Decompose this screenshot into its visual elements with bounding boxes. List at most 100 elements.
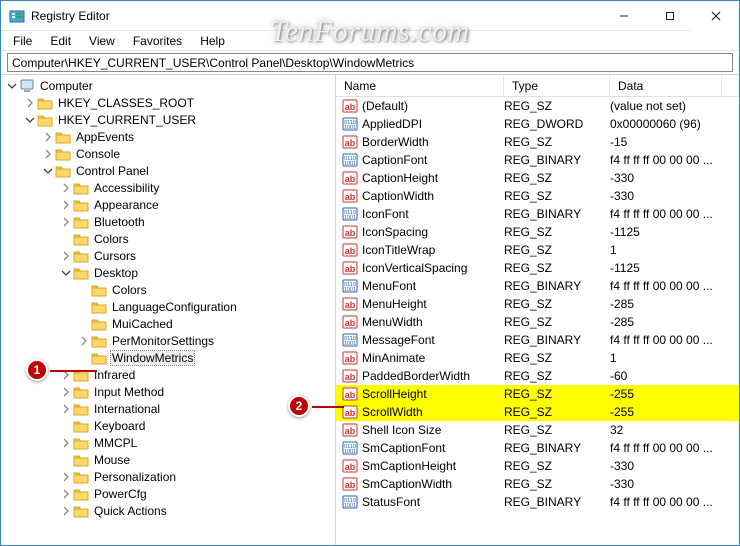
menu-view[interactable]: View <box>81 32 123 50</box>
menu-file[interactable]: File <box>5 32 40 50</box>
value-row[interactable]: MenuWidthREG_SZ-285 <box>336 313 739 331</box>
chevron-icon[interactable] <box>59 249 73 263</box>
value-row[interactable]: MenuFontREG_BINARYf4 ff ff ff 00 00 00 .… <box>336 277 739 295</box>
chevron-icon[interactable] <box>59 181 73 195</box>
value-row[interactable]: StatusFontREG_BINARYf4 ff ff ff 00 00 00… <box>336 493 739 511</box>
tree-item-appearance[interactable]: Appearance <box>1 196 335 213</box>
value-type: REG_SZ <box>504 99 610 113</box>
value-row[interactable]: IconFontREG_BINARYf4 ff ff ff 00 00 00 .… <box>336 205 739 223</box>
value-row[interactable]: MenuHeightREG_SZ-285 <box>336 295 739 313</box>
tree-item-powercfg[interactable]: PowerCfg <box>1 485 335 502</box>
value-row[interactable]: AppliedDPIREG_DWORD0x00000060 (96) <box>336 115 739 133</box>
menu-favorites[interactable]: Favorites <box>125 32 190 50</box>
maximize-button[interactable] <box>647 1 693 31</box>
tree-item-muicached[interactable]: MuiCached <box>1 315 335 332</box>
value-row[interactable]: IconVerticalSpacingREG_SZ-1125 <box>336 259 739 277</box>
tree-item-cursors[interactable]: Cursors <box>1 247 335 264</box>
tree-item-quick-actions[interactable]: Quick Actions <box>1 502 335 519</box>
value-data: 32 <box>610 423 739 437</box>
tree-item-computer[interactable]: Computer <box>1 77 335 94</box>
chevron-icon[interactable] <box>59 470 73 484</box>
registry-tree[interactable]: ComputerHKEY_CLASSES_ROOTHKEY_CURRENT_US… <box>1 75 336 545</box>
chevron-icon[interactable] <box>59 385 73 399</box>
chevron-icon[interactable] <box>59 487 73 501</box>
chevron-icon[interactable] <box>59 198 73 212</box>
tree-item-label: Input Method <box>92 385 166 399</box>
tree-item-infrared[interactable]: Infrared <box>1 366 335 383</box>
value-type: REG_SZ <box>504 243 610 257</box>
string-value-icon <box>342 422 358 438</box>
value-type: REG_SZ <box>504 135 610 149</box>
tree-item-bluetooth[interactable]: Bluetooth <box>1 213 335 230</box>
chevron-icon[interactable] <box>59 215 73 229</box>
value-data: 0x00000060 (96) <box>610 117 739 131</box>
tree-item-console[interactable]: Console <box>1 145 335 162</box>
chevron-icon[interactable] <box>59 504 73 518</box>
value-row[interactable]: CaptionFontREG_BINARYf4 ff ff ff 00 00 0… <box>336 151 739 169</box>
tree-item-colors[interactable]: Colors <box>1 230 335 247</box>
tree-item-keyboard[interactable]: Keyboard <box>1 417 335 434</box>
tree-item-windowmetrics[interactable]: WindowMetrics <box>1 349 335 366</box>
tree-item-permonitorsettings[interactable]: PerMonitorSettings <box>1 332 335 349</box>
chevron-icon[interactable] <box>59 402 73 416</box>
value-row[interactable]: SmCaptionWidthREG_SZ-330 <box>336 475 739 493</box>
value-row[interactable]: ScrollHeightREG_SZ-255 <box>336 385 739 403</box>
tree-item-accessibility[interactable]: Accessibility <box>1 179 335 196</box>
value-row[interactable]: (Default)REG_SZ(value not set) <box>336 97 739 115</box>
value-row[interactable]: CaptionWidthREG_SZ-330 <box>336 187 739 205</box>
close-button[interactable] <box>693 1 739 31</box>
tree-item-personalization[interactable]: Personalization <box>1 468 335 485</box>
list-body[interactable]: (Default)REG_SZ(value not set)AppliedDPI… <box>336 97 739 545</box>
tree-item-languageconfiguration[interactable]: LanguageConfiguration <box>1 298 335 315</box>
col-header-data[interactable]: Data <box>610 75 722 96</box>
tree-item-hkey-classes-root[interactable]: HKEY_CLASSES_ROOT <box>1 94 335 111</box>
tree-item-desktop[interactable]: Desktop <box>1 264 335 281</box>
tree-item-control-panel[interactable]: Control Panel <box>1 162 335 179</box>
value-row[interactable]: Shell Icon SizeREG_SZ32 <box>336 421 739 439</box>
chevron-icon[interactable] <box>59 436 73 450</box>
value-row[interactable]: IconTitleWrapREG_SZ1 <box>336 241 739 259</box>
value-name: CaptionHeight <box>362 171 438 185</box>
chevron-icon[interactable] <box>23 113 37 127</box>
chevron-icon[interactable] <box>41 147 55 161</box>
tree-item-mouse[interactable]: Mouse <box>1 451 335 468</box>
value-type: REG_SZ <box>504 261 610 275</box>
value-row[interactable]: CaptionHeightREG_SZ-330 <box>336 169 739 187</box>
chevron-icon[interactable] <box>23 96 37 110</box>
folder-icon <box>73 367 89 383</box>
chevron-icon[interactable] <box>77 334 91 348</box>
menu-help[interactable]: Help <box>192 32 233 50</box>
minimize-button[interactable] <box>601 1 647 31</box>
tree-item-colors[interactable]: Colors <box>1 281 335 298</box>
tree-item-input-method[interactable]: Input Method <box>1 383 335 400</box>
tree-item-mmcpl[interactable]: MMCPL <box>1 434 335 451</box>
folder-icon <box>55 129 71 145</box>
tree-item-label: Colors <box>110 283 149 297</box>
menu-edit[interactable]: Edit <box>42 32 79 50</box>
value-type: REG_SZ <box>504 387 610 401</box>
value-name: SmCaptionFont <box>362 441 445 455</box>
tree-item-hkey-current-user[interactable]: HKEY_CURRENT_USER <box>1 111 335 128</box>
tree-item-appevents[interactable]: AppEvents <box>1 128 335 145</box>
col-header-name[interactable]: Name <box>336 75 504 96</box>
col-header-type[interactable]: Type <box>504 75 610 96</box>
value-row[interactable]: ScrollWidthREG_SZ-255 <box>336 403 739 421</box>
chevron-icon[interactable] <box>41 130 55 144</box>
tree-item-international[interactable]: International <box>1 400 335 417</box>
address-input[interactable] <box>7 53 733 72</box>
value-row[interactable]: MinAnimateREG_SZ1 <box>336 349 739 367</box>
chevron-icon[interactable] <box>5 79 19 93</box>
string-value-icon <box>342 386 358 402</box>
value-row[interactable]: SmCaptionFontREG_BINARYf4 ff ff ff 00 00… <box>336 439 739 457</box>
value-row[interactable]: SmCaptionHeightREG_SZ-330 <box>336 457 739 475</box>
value-type: REG_SZ <box>504 405 610 419</box>
chevron-icon[interactable] <box>59 266 73 280</box>
chevron-icon[interactable] <box>41 164 55 178</box>
value-name: PaddedBorderWidth <box>362 369 470 383</box>
value-type: REG_BINARY <box>504 333 610 347</box>
binary-value-icon <box>342 206 358 222</box>
value-row[interactable]: IconSpacingREG_SZ-1125 <box>336 223 739 241</box>
value-row[interactable]: PaddedBorderWidthREG_SZ-60 <box>336 367 739 385</box>
value-row[interactable]: MessageFontREG_BINARYf4 ff ff ff 00 00 0… <box>336 331 739 349</box>
value-row[interactable]: BorderWidthREG_SZ-15 <box>336 133 739 151</box>
